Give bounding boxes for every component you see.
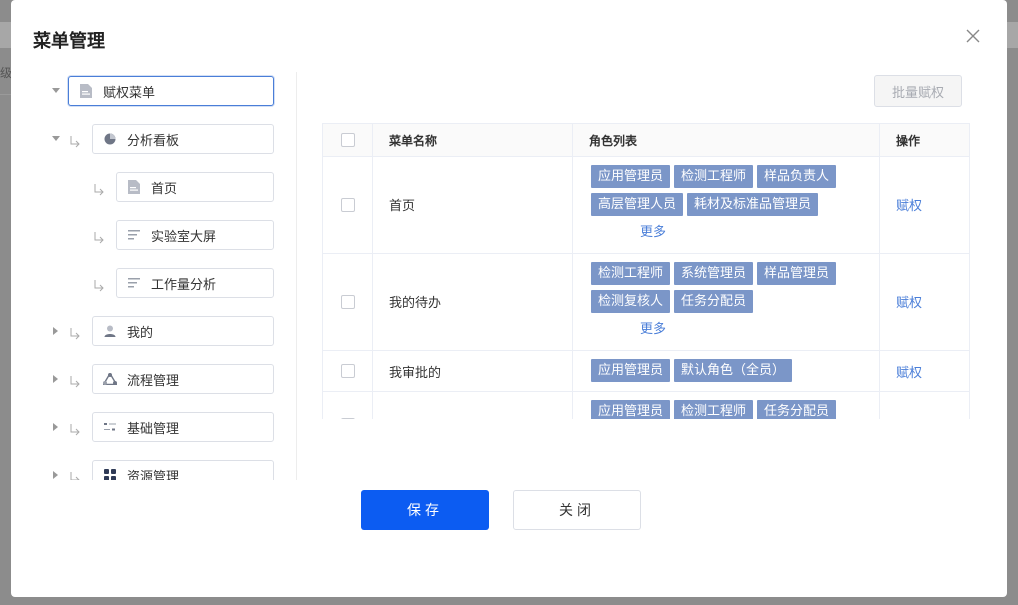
tree-connector-icon [70, 328, 80, 340]
role-tag: 检测工程师 [674, 400, 754, 419]
tree-node-basic-management[interactable]: 基础管理 [92, 412, 274, 442]
role-tag: 应用管理员 [591, 400, 671, 419]
menu-tree: 赋权菜单 分析看板 首页 实验室大屏 工作量分析 我的 流程管理 基础管理 资源… [11, 70, 296, 480]
row-checkbox[interactable] [341, 198, 355, 212]
row-checkbox[interactable] [341, 418, 355, 419]
document-icon [79, 84, 93, 98]
menu-name-cell: 我的待办 [389, 296, 442, 311]
tree-node-label: 赋权菜单 [103, 85, 156, 101]
tree-connector-icon [70, 472, 80, 480]
table-row: 首页 应用管理员 检测工程师 样品负责人高层管理人员 耗材及标准品管理员 更多 赋权 [323, 157, 969, 254]
role-tag: 检测工程师 [591, 262, 671, 285]
menu-role-table: 菜单名称 角色列表 操作 首页 应用管理员 检测工程师 样品负责人高层管理人员 耗材及… [322, 123, 970, 419]
role-tags: 应用管理员 检测工程师 任务分配员 [591, 400, 871, 419]
tree-node-label: 流程管理 [127, 373, 180, 389]
role-tags: 应用管理员 默认角色（全员） [591, 359, 931, 387]
tree-node-workload-analysis[interactable]: 工作量分析 [116, 268, 274, 298]
batch-assign-button[interactable]: 批量赋权 [874, 75, 962, 107]
more-roles-link[interactable]: 更多 [591, 318, 715, 337]
assign-link[interactable]: 赋权 [896, 362, 922, 381]
caret-down-icon[interactable] [51, 134, 61, 144]
tree-node-label: 分析看板 [127, 133, 180, 149]
tree-node-label: 资源管理 [127, 469, 180, 481]
tree-node-resource-management[interactable]: 资源管理 [92, 460, 274, 480]
column-separator [879, 124, 880, 419]
tree-node-label: 基础管理 [127, 421, 180, 437]
watermark-text: CSDN @程序员洲洲 [832, 579, 979, 598]
pie-chart-icon [103, 132, 117, 146]
table-row: 我的待办 检测工程师 系统管理员 样品管理员检测复核人 任务分配员 更多 赋权 [323, 254, 969, 351]
table-header: 菜单名称 角色列表 操作 [323, 124, 969, 157]
tree-node-process-management[interactable]: 流程管理 [92, 364, 274, 394]
lines-icon [127, 276, 141, 290]
role-tag: 检测工程师 [674, 165, 754, 188]
caret-down-icon[interactable] [51, 86, 61, 96]
role-tag: 默认角色（全员） [674, 359, 793, 382]
menu-management-dialog: 菜单管理 赋权菜单 分析看板 首页 实验室大屏 工作量分析 我的 流程管理 基础… [11, 0, 1007, 597]
caret-right-icon[interactable] [51, 374, 61, 384]
role-tags: 检测工程师 系统管理员 样品管理员检测复核人 任务分配员 更多 [591, 262, 871, 337]
flow-icon [103, 372, 117, 386]
role-tag: 任务分配员 [674, 290, 754, 313]
tree-node-label: 我的 [127, 325, 154, 341]
role-tag: 应用管理员 [591, 359, 671, 382]
tree-node-label: 工作量分析 [151, 277, 217, 293]
panel-divider [296, 72, 297, 480]
tree-connector-icon [94, 232, 104, 244]
header-menu-name: 菜单名称 [389, 134, 438, 148]
dialog-title: 菜单管理 [33, 31, 105, 52]
menu-name-cell: 我审批的 [389, 366, 442, 381]
role-tag: 样品负责人 [757, 165, 837, 188]
tree-node-analysis-board[interactable]: 分析看板 [92, 124, 274, 154]
tree-node-home[interactable]: 首页 [116, 172, 274, 202]
more-roles-link[interactable]: 更多 [591, 221, 715, 240]
tree-connector-icon [94, 280, 104, 292]
save-button[interactable]: 保存 [361, 490, 489, 530]
menu-name-cell: 首页 [389, 199, 416, 214]
role-tag: 样品管理员 [757, 262, 837, 285]
assign-link[interactable]: 赋权 [896, 195, 922, 214]
caret-right-icon[interactable] [51, 326, 61, 336]
table-row: 应用管理员 检测工程师 任务分配员 [323, 392, 969, 419]
tree-connector-icon [70, 136, 80, 148]
role-tag: 任务分配员 [757, 400, 837, 419]
caret-right-icon[interactable] [51, 470, 61, 480]
grid-icon [103, 468, 117, 480]
role-tags: 应用管理员 检测工程师 样品负责人高层管理人员 耗材及标准品管理员 更多 [591, 165, 871, 240]
role-tag: 高层管理人员 [591, 193, 684, 216]
row-checkbox[interactable] [341, 364, 355, 378]
role-tag: 应用管理员 [591, 165, 671, 188]
close-button[interactable]: 关闭 [513, 490, 641, 530]
role-tag: 系统管理员 [674, 262, 754, 285]
settings-sliders-icon [103, 420, 117, 434]
column-separator [372, 124, 373, 419]
select-all-checkbox[interactable] [341, 133, 355, 147]
row-checkbox[interactable] [341, 295, 355, 309]
tree-node-label: 实验室大屏 [151, 229, 217, 245]
role-tag: 检测复核人 [591, 290, 671, 313]
tree-connector-icon [94, 184, 104, 196]
tree-connector-icon [70, 424, 80, 436]
lines-icon [127, 228, 141, 242]
document-icon [127, 180, 141, 194]
table-row: 我审批的 应用管理员 默认角色（全员） 赋权 [323, 351, 969, 392]
caret-right-icon[interactable] [51, 422, 61, 432]
tree-node-label: 首页 [151, 181, 178, 197]
user-icon [103, 324, 117, 338]
tree-node-mine[interactable]: 我的 [92, 316, 274, 346]
close-icon[interactable] [961, 24, 985, 48]
header-role-list: 角色列表 [589, 134, 638, 148]
role-tag: 耗材及标准品管理员 [687, 193, 819, 216]
tree-node-root[interactable]: 赋权菜单 [68, 76, 274, 106]
tree-connector-icon [70, 376, 80, 388]
assign-link[interactable]: 赋权 [896, 292, 922, 311]
header-actions: 操作 [896, 134, 921, 148]
tree-node-lab-screen[interactable]: 实验室大屏 [116, 220, 274, 250]
column-separator [572, 124, 573, 419]
